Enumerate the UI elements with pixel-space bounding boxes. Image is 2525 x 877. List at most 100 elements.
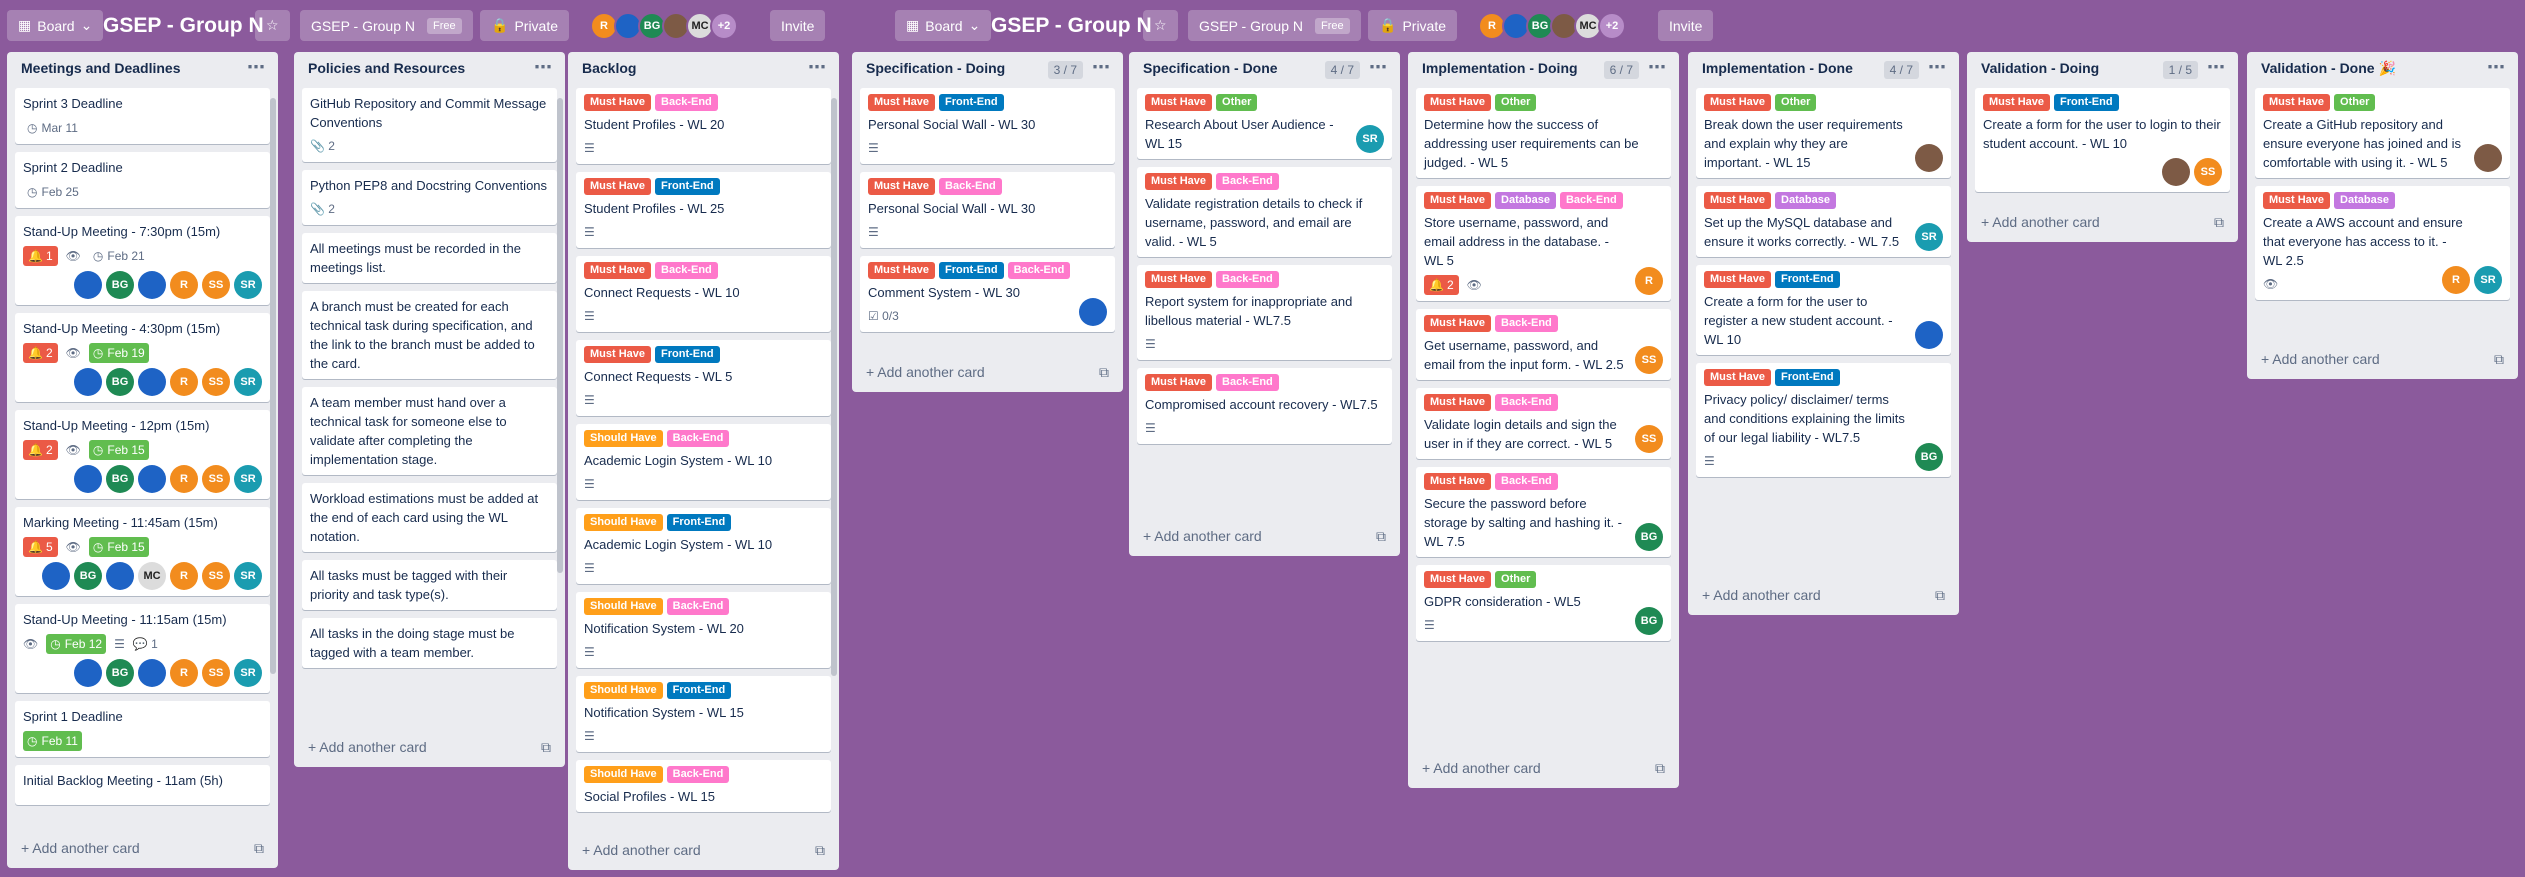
board-title[interactable]: GSEP - Group N [97,10,270,41]
card[interactable]: Must Have Other GDPR consideration - WL5 ☰ B… [1416,565,1671,641]
list-header[interactable]: Validation - Doing 1 / 5 ⋯ [1967,52,2238,88]
card-label[interactable]: Back-End [666,598,730,615]
member-avatar[interactable]: R [2442,266,2470,294]
card-label[interactable]: Must Have [1145,271,1213,288]
card[interactable]: Must Have Back-End Report system for inapp… [1137,265,1392,360]
member-avatar[interactable]: SS [2194,158,2222,186]
card[interactable]: Must Have Back-End Secure the password bef… [1416,467,1671,557]
member-avatar[interactable]: SR [234,659,262,687]
list-scrollbar[interactable] [557,98,563,573]
template-icon[interactable]: ⧉ [2214,214,2224,231]
list-menu-icon[interactable]: ⋯ [808,57,827,78]
member-avatar[interactable] [2474,144,2502,172]
list-menu-icon[interactable]: ⋯ [2207,57,2226,78]
card-label[interactable]: Must Have [1704,271,1772,288]
card-label[interactable]: Database [1495,192,1556,209]
list-header[interactable]: Specification - Done 4 / 7 ⋯ [1129,52,1400,88]
card-label[interactable]: Back-End [1216,271,1279,288]
template-icon[interactable]: ⧉ [1935,587,1945,604]
board-switcher-button[interactable]: ▦ Board ⌄ [7,10,104,41]
list-scrollbar[interactable] [270,98,276,674]
card-label[interactable]: Must Have [1704,369,1772,386]
more-members-avatar[interactable]: +2 [710,11,738,40]
card-label[interactable]: Back-End [655,94,718,111]
member-avatar[interactable] [2162,158,2190,186]
visibility-button[interactable]: 🔒 Private [1368,10,1458,41]
card[interactable]: Must Have Back-End Validate registration d… [1137,167,1392,257]
card[interactable]: Must Have Back-End Get username, password,… [1416,309,1671,380]
member-avatar[interactable] [1915,321,1943,349]
member-avatar[interactable]: R [170,271,198,299]
member-avatar[interactable]: SS [1635,425,1663,453]
member-avatar[interactable]: SR [234,271,262,299]
card[interactable]: Stand-Up Meeting - 7:30pm (15m) 🔔 1 👁 ◷ Feb 2… [15,216,270,305]
card-label[interactable]: Must Have [868,178,936,195]
template-icon[interactable]: ⧉ [541,739,551,756]
list-title[interactable]: Validation - Done 🎉 [2261,60,2396,76]
card-label[interactable]: Must Have [868,94,936,111]
card-label[interactable]: Must Have [1424,473,1492,490]
member-avatar[interactable]: SR [234,465,262,493]
card[interactable]: Must Have Back-End Personal Social Wall - … [860,172,1115,248]
card-label[interactable]: Should Have [584,514,663,531]
card-label[interactable]: Database [1775,192,1836,209]
member-avatar[interactable]: BG [1915,443,1943,471]
card[interactable]: Should Have Back-End Notification System -… [576,592,831,668]
list-title[interactable]: Implementation - Doing [1422,60,1578,76]
card-label[interactable]: Back-End [1216,173,1279,190]
card[interactable]: Stand-Up Meeting - 4:30pm (15m) 🔔 2 👁 ◷ Feb 1… [15,313,270,402]
member-avatar[interactable]: R [1635,267,1663,295]
list-header[interactable]: Implementation - Doing 6 / 7 ⋯ [1408,52,1679,88]
card-label[interactable]: Must Have [2263,94,2331,111]
card[interactable]: Should Have Front-End Academic Login Syste… [576,508,831,584]
member-avatar[interactable]: BG [1635,523,1663,551]
card-label[interactable]: Front-End [666,514,732,531]
card-label[interactable]: Should Have [584,682,663,699]
card[interactable]: Stand-Up Meeting - 11:15am (15m) 👁 ◷ Feb 12… [15,604,270,693]
member-avatar[interactable] [74,465,102,493]
card[interactable]: Must Have Database Create a AWS account an… [2255,186,2510,300]
card[interactable]: Must Have Front-End Student Profiles - WL … [576,172,831,248]
card-label[interactable]: Back-End [666,766,730,783]
card-label[interactable]: Must Have [584,94,652,111]
member-avatar[interactable]: SS [202,271,230,299]
card[interactable]: Sprint 2 Deadline ◷ Feb 25 [15,152,270,208]
list-scrollbar[interactable] [831,98,837,676]
due-date-badge[interactable]: ◷ Feb 19 [88,343,149,363]
template-icon[interactable]: ⧉ [2494,351,2504,368]
card-label[interactable]: Must Have [584,262,652,279]
card[interactable]: Marking Meeting - 11:45am (15m) 🔔 5 👁 ◷ Feb 1… [15,507,270,596]
card[interactable]: A team member must hand over a technical… [302,387,557,475]
card-label[interactable]: Should Have [584,430,663,447]
template-icon[interactable]: ⧉ [1099,364,1109,381]
template-icon[interactable]: ⧉ [1655,760,1665,777]
card-label[interactable]: Must Have [1424,192,1492,209]
member-avatar[interactable] [74,368,102,396]
card-label[interactable]: Front-End [1775,271,1840,288]
list-title[interactable]: Validation - Doing [1981,60,2099,76]
member-avatar[interactable] [138,465,166,493]
card-label[interactable]: Must Have [1145,173,1213,190]
card[interactable]: Must Have Front-End Back-End Comment System… [860,256,1115,332]
member-avatar[interactable]: SS [202,562,230,590]
member-avatar[interactable] [138,271,166,299]
member-avatar[interactable]: BG [106,465,134,493]
list-menu-icon[interactable]: ⋯ [1928,57,1947,78]
card-label[interactable]: Other [1216,94,1258,111]
card-label[interactable]: Must Have [1424,315,1492,332]
list-title[interactable]: Backlog [582,60,636,76]
member-avatar[interactable]: R [170,465,198,493]
card-label[interactable]: Back-End [939,178,1002,195]
member-avatar[interactable]: SS [1635,346,1663,374]
card-label[interactable]: Must Have [584,346,652,363]
due-date-badge[interactable]: ◷ Feb 21 [89,246,149,266]
card-label[interactable]: Should Have [584,598,663,615]
member-avatar[interactable] [138,368,166,396]
card-label[interactable]: Front-End [655,178,720,195]
add-card-button[interactable]: + Add another card [866,364,985,380]
card-label[interactable]: Must Have [2263,192,2331,209]
card-label[interactable]: Other [2334,94,2376,111]
card[interactable]: Must Have Other Create a GitHub repository… [2255,88,2510,178]
list-title[interactable]: Specification - Done [1143,60,1278,76]
team-button[interactable]: GSEP - Group N Free [1188,10,1361,41]
